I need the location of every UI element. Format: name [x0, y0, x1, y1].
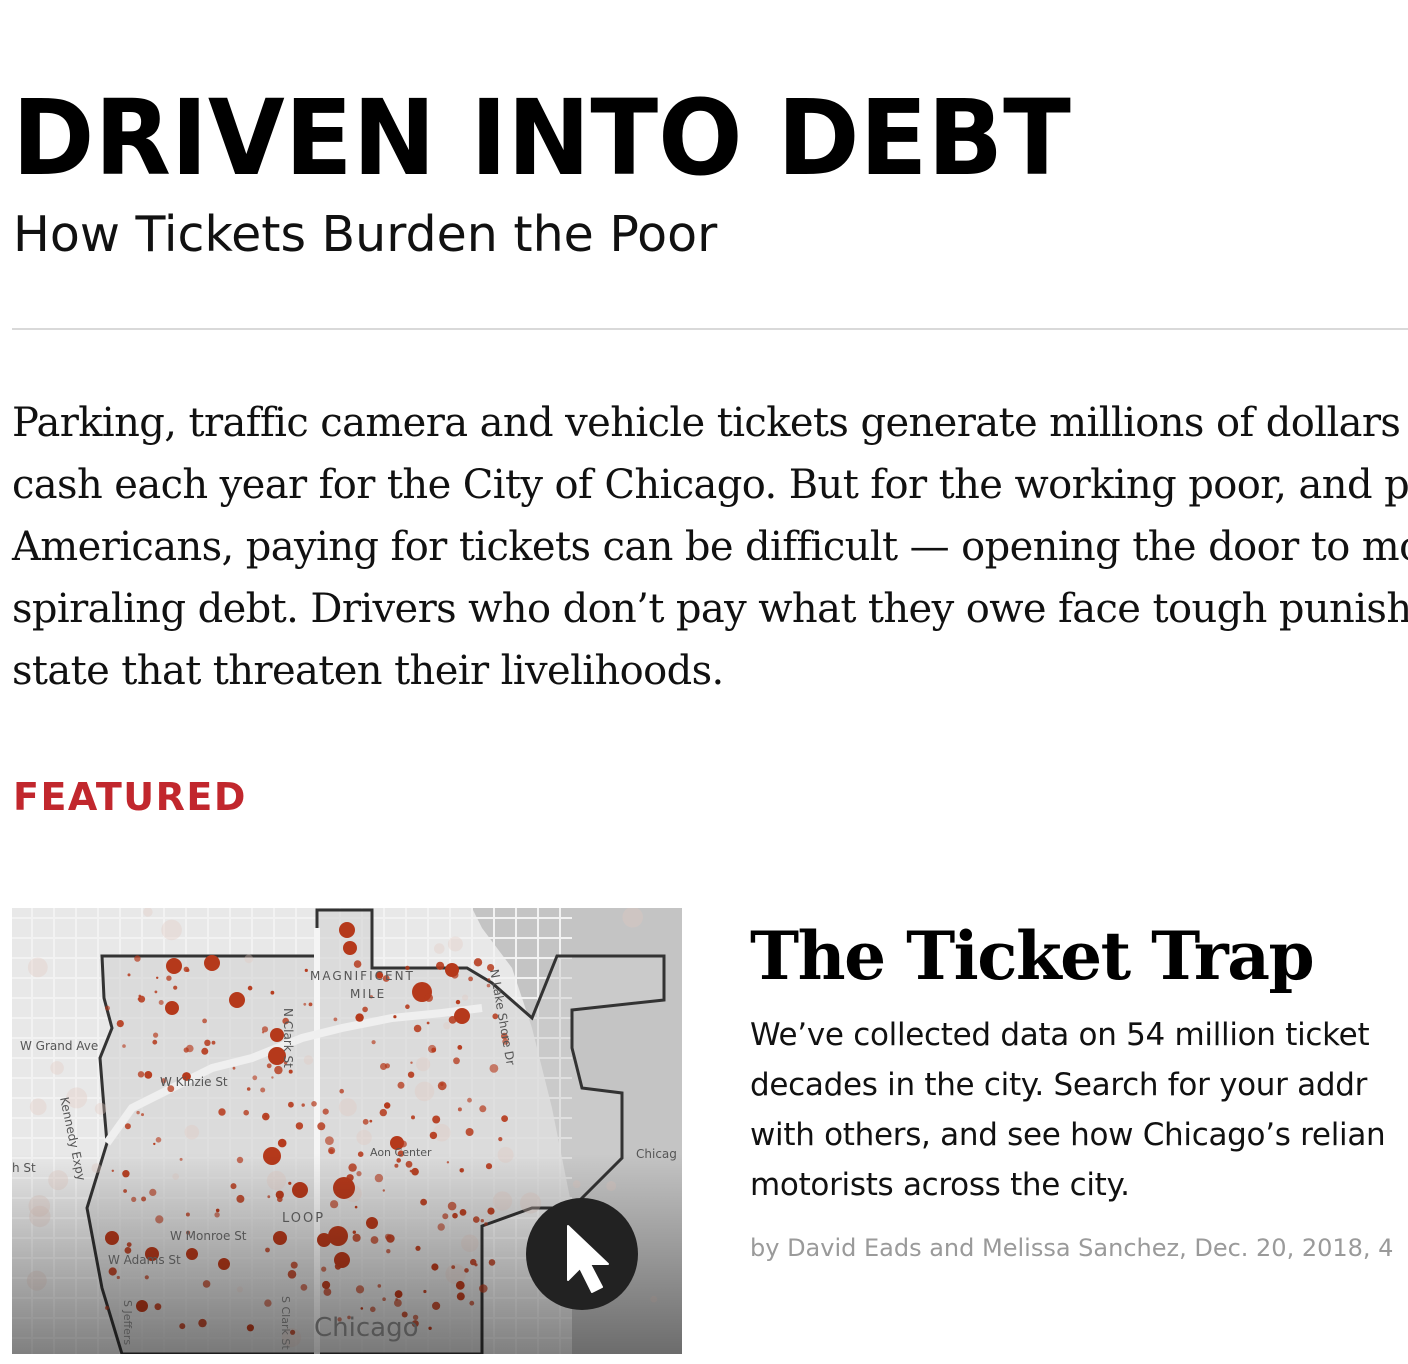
story-byline: by David Eads and Melissa Sanchez, Dec. …	[750, 1234, 1394, 1262]
play-button[interactable]	[526, 1198, 638, 1310]
label-city-chicago: Chicago	[314, 1313, 419, 1343]
dek-line: with others, and see how Chicago’s relia…	[750, 1117, 1386, 1153]
intro-paragraph: Parking, traffic camera and vehicle tick…	[12, 392, 1408, 702]
label-monroe: W Monroe St	[170, 1229, 247, 1243]
intro-line: spiraling debt. Drivers who don’t pay wh…	[12, 586, 1408, 632]
label-clark-south: S Clark St	[279, 1296, 292, 1350]
label-loop: LOOP	[282, 1211, 325, 1226]
intro-line: cash each year for the City of Chicago. …	[12, 462, 1408, 508]
label-adams: W Adams St	[108, 1253, 181, 1267]
label-mile: MILE	[350, 987, 386, 1001]
page-title: DRIVEN INTO DEBT	[12, 77, 1071, 199]
intro-line: state that threaten their livelihoods.	[12, 648, 724, 694]
divider	[12, 328, 1408, 330]
featured-story-card: W Grand Ave W Kinzie St MAGNIFICENT MILE…	[0, 900, 1408, 1364]
label-h-st: h St	[12, 1161, 36, 1175]
label-magnificent: MAGNIFICENT	[310, 969, 415, 983]
label-clark-north: N Clark St	[281, 1008, 295, 1068]
intro-line: Americans, paying for tickets can be dif…	[12, 524, 1408, 570]
page-subtitle: How Tickets Burden the Poor	[13, 206, 718, 263]
story-map-image[interactable]: W Grand Ave W Kinzie St MAGNIFICENT MILE…	[12, 908, 682, 1354]
label-kinzie: W Kinzie St	[160, 1075, 228, 1089]
featured-label: FEATURED	[13, 775, 247, 819]
dek-line: We’ve collected data on 54 million ticke…	[750, 1017, 1370, 1053]
dek-line: decades in the city. Search for your add…	[750, 1067, 1368, 1103]
intro-line: Parking, traffic camera and vehicle tick…	[12, 400, 1408, 446]
label-jefferson: S Jeffers	[121, 1300, 134, 1345]
story-title[interactable]: The Ticket Trap	[750, 914, 1315, 998]
label-chicago-edge: Chicag	[636, 1147, 677, 1161]
dek-line: motorists across the city.	[750, 1167, 1130, 1203]
chicago-ticket-map: W Grand Ave W Kinzie St MAGNIFICENT MILE…	[12, 908, 682, 1354]
story-dek: We’ve collected data on 54 million ticke…	[750, 1010, 1408, 1210]
label-grand-ave: W Grand Ave	[20, 1039, 98, 1053]
label-aon-center: Aon Center	[370, 1146, 432, 1159]
